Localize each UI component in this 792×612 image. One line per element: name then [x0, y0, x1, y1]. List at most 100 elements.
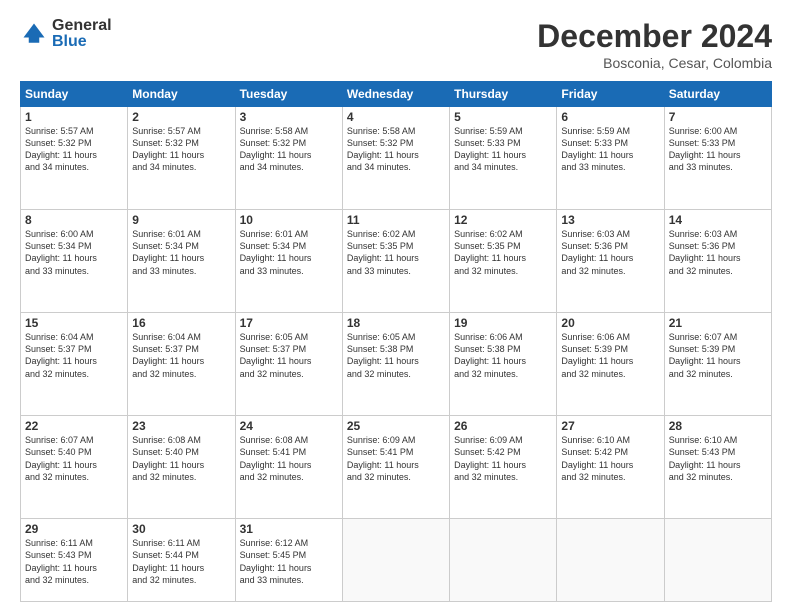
logo-blue-text: Blue	[52, 34, 112, 50]
calendar-cell: 9Sunrise: 6:01 AM Sunset: 5:34 PM Daylig…	[128, 210, 235, 313]
day-info: Sunrise: 6:07 AM Sunset: 5:40 PM Dayligh…	[25, 434, 123, 483]
day-info: Sunrise: 6:06 AM Sunset: 5:39 PM Dayligh…	[561, 331, 659, 380]
calendar-cell: 29Sunrise: 6:11 AM Sunset: 5:43 PM Dayli…	[21, 519, 128, 602]
calendar-cell	[557, 519, 664, 602]
calendar-cell	[342, 519, 449, 602]
day-info: Sunrise: 6:12 AM Sunset: 5:45 PM Dayligh…	[240, 537, 338, 586]
day-number: 26	[454, 419, 552, 433]
day-number: 1	[25, 110, 123, 124]
calendar-cell: 8Sunrise: 6:00 AM Sunset: 5:34 PM Daylig…	[21, 210, 128, 313]
day-info: Sunrise: 6:08 AM Sunset: 5:41 PM Dayligh…	[240, 434, 338, 483]
weekday-header: Tuesday	[235, 82, 342, 107]
day-info: Sunrise: 6:05 AM Sunset: 5:37 PM Dayligh…	[240, 331, 338, 380]
day-number: 25	[347, 419, 445, 433]
logo-icon	[20, 20, 48, 48]
calendar-cell: 26Sunrise: 6:09 AM Sunset: 5:42 PM Dayli…	[450, 416, 557, 519]
day-number: 20	[561, 316, 659, 330]
calendar-cell	[450, 519, 557, 602]
day-info: Sunrise: 5:58 AM Sunset: 5:32 PM Dayligh…	[240, 125, 338, 174]
day-number: 18	[347, 316, 445, 330]
day-info: Sunrise: 6:10 AM Sunset: 5:42 PM Dayligh…	[561, 434, 659, 483]
day-number: 21	[669, 316, 767, 330]
day-info: Sunrise: 6:08 AM Sunset: 5:40 PM Dayligh…	[132, 434, 230, 483]
calendar-cell: 3Sunrise: 5:58 AM Sunset: 5:32 PM Daylig…	[235, 107, 342, 210]
day-info: Sunrise: 6:11 AM Sunset: 5:44 PM Dayligh…	[132, 537, 230, 586]
calendar-cell	[664, 519, 771, 602]
calendar-week-row: 29Sunrise: 6:11 AM Sunset: 5:43 PM Dayli…	[21, 519, 772, 602]
month-title: December 2024	[537, 18, 772, 55]
day-number: 24	[240, 419, 338, 433]
day-number: 29	[25, 522, 123, 536]
day-info: Sunrise: 6:07 AM Sunset: 5:39 PM Dayligh…	[669, 331, 767, 380]
day-number: 17	[240, 316, 338, 330]
day-info: Sunrise: 6:06 AM Sunset: 5:38 PM Dayligh…	[454, 331, 552, 380]
day-info: Sunrise: 5:57 AM Sunset: 5:32 PM Dayligh…	[132, 125, 230, 174]
day-info: Sunrise: 5:59 AM Sunset: 5:33 PM Dayligh…	[454, 125, 552, 174]
day-number: 8	[25, 213, 123, 227]
day-info: Sunrise: 6:00 AM Sunset: 5:34 PM Dayligh…	[25, 228, 123, 277]
calendar-cell: 31Sunrise: 6:12 AM Sunset: 5:45 PM Dayli…	[235, 519, 342, 602]
calendar-cell: 20Sunrise: 6:06 AM Sunset: 5:39 PM Dayli…	[557, 313, 664, 416]
logo: General Blue	[20, 18, 112, 50]
day-info: Sunrise: 5:58 AM Sunset: 5:32 PM Dayligh…	[347, 125, 445, 174]
day-info: Sunrise: 6:02 AM Sunset: 5:35 PM Dayligh…	[454, 228, 552, 277]
calendar-cell: 24Sunrise: 6:08 AM Sunset: 5:41 PM Dayli…	[235, 416, 342, 519]
calendar-cell: 22Sunrise: 6:07 AM Sunset: 5:40 PM Dayli…	[21, 416, 128, 519]
calendar-cell: 12Sunrise: 6:02 AM Sunset: 5:35 PM Dayli…	[450, 210, 557, 313]
day-number: 13	[561, 213, 659, 227]
day-number: 14	[669, 213, 767, 227]
calendar-cell: 7Sunrise: 6:00 AM Sunset: 5:33 PM Daylig…	[664, 107, 771, 210]
calendar-cell: 4Sunrise: 5:58 AM Sunset: 5:32 PM Daylig…	[342, 107, 449, 210]
calendar-cell: 28Sunrise: 6:10 AM Sunset: 5:43 PM Dayli…	[664, 416, 771, 519]
location: Bosconia, Cesar, Colombia	[537, 55, 772, 71]
day-info: Sunrise: 6:09 AM Sunset: 5:42 PM Dayligh…	[454, 434, 552, 483]
day-number: 3	[240, 110, 338, 124]
weekday-header: Friday	[557, 82, 664, 107]
calendar-cell: 19Sunrise: 6:06 AM Sunset: 5:38 PM Dayli…	[450, 313, 557, 416]
day-info: Sunrise: 5:59 AM Sunset: 5:33 PM Dayligh…	[561, 125, 659, 174]
calendar-week-row: 1Sunrise: 5:57 AM Sunset: 5:32 PM Daylig…	[21, 107, 772, 210]
calendar-cell: 15Sunrise: 6:04 AM Sunset: 5:37 PM Dayli…	[21, 313, 128, 416]
calendar-week-row: 15Sunrise: 6:04 AM Sunset: 5:37 PM Dayli…	[21, 313, 772, 416]
day-number: 30	[132, 522, 230, 536]
calendar-week-row: 22Sunrise: 6:07 AM Sunset: 5:40 PM Dayli…	[21, 416, 772, 519]
day-number: 2	[132, 110, 230, 124]
calendar-cell: 16Sunrise: 6:04 AM Sunset: 5:37 PM Dayli…	[128, 313, 235, 416]
calendar-cell: 6Sunrise: 5:59 AM Sunset: 5:33 PM Daylig…	[557, 107, 664, 210]
calendar-week-row: 8Sunrise: 6:00 AM Sunset: 5:34 PM Daylig…	[21, 210, 772, 313]
header-row: SundayMondayTuesdayWednesdayThursdayFrid…	[21, 82, 772, 107]
header: General Blue December 2024 Bosconia, Ces…	[20, 18, 772, 71]
calendar-cell: 27Sunrise: 6:10 AM Sunset: 5:42 PM Dayli…	[557, 416, 664, 519]
calendar-cell: 2Sunrise: 5:57 AM Sunset: 5:32 PM Daylig…	[128, 107, 235, 210]
day-info: Sunrise: 6:01 AM Sunset: 5:34 PM Dayligh…	[132, 228, 230, 277]
day-info: Sunrise: 6:10 AM Sunset: 5:43 PM Dayligh…	[669, 434, 767, 483]
weekday-header: Monday	[128, 82, 235, 107]
calendar-cell: 25Sunrise: 6:09 AM Sunset: 5:41 PM Dayli…	[342, 416, 449, 519]
day-info: Sunrise: 6:03 AM Sunset: 5:36 PM Dayligh…	[669, 228, 767, 277]
day-number: 12	[454, 213, 552, 227]
day-number: 11	[347, 213, 445, 227]
logo-general-text: General	[52, 18, 112, 34]
day-info: Sunrise: 6:04 AM Sunset: 5:37 PM Dayligh…	[132, 331, 230, 380]
day-info: Sunrise: 6:03 AM Sunset: 5:36 PM Dayligh…	[561, 228, 659, 277]
calendar-cell: 23Sunrise: 6:08 AM Sunset: 5:40 PM Dayli…	[128, 416, 235, 519]
calendar-cell: 17Sunrise: 6:05 AM Sunset: 5:37 PM Dayli…	[235, 313, 342, 416]
calendar-cell: 14Sunrise: 6:03 AM Sunset: 5:36 PM Dayli…	[664, 210, 771, 313]
day-number: 16	[132, 316, 230, 330]
calendar-cell: 18Sunrise: 6:05 AM Sunset: 5:38 PM Dayli…	[342, 313, 449, 416]
title-block: December 2024 Bosconia, Cesar, Colombia	[537, 18, 772, 71]
day-info: Sunrise: 5:57 AM Sunset: 5:32 PM Dayligh…	[25, 125, 123, 174]
day-info: Sunrise: 6:02 AM Sunset: 5:35 PM Dayligh…	[347, 228, 445, 277]
calendar-cell: 11Sunrise: 6:02 AM Sunset: 5:35 PM Dayli…	[342, 210, 449, 313]
day-number: 6	[561, 110, 659, 124]
day-number: 5	[454, 110, 552, 124]
day-number: 9	[132, 213, 230, 227]
calendar-cell: 13Sunrise: 6:03 AM Sunset: 5:36 PM Dayli…	[557, 210, 664, 313]
calendar-cell: 21Sunrise: 6:07 AM Sunset: 5:39 PM Dayli…	[664, 313, 771, 416]
day-number: 31	[240, 522, 338, 536]
calendar-cell: 5Sunrise: 5:59 AM Sunset: 5:33 PM Daylig…	[450, 107, 557, 210]
day-info: Sunrise: 6:01 AM Sunset: 5:34 PM Dayligh…	[240, 228, 338, 277]
day-info: Sunrise: 6:11 AM Sunset: 5:43 PM Dayligh…	[25, 537, 123, 586]
day-info: Sunrise: 6:09 AM Sunset: 5:41 PM Dayligh…	[347, 434, 445, 483]
day-number: 4	[347, 110, 445, 124]
